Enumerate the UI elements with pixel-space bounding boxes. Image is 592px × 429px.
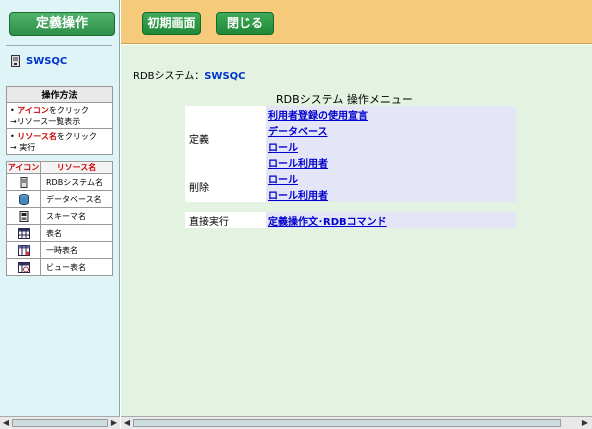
howto-red-text: アイコン xyxy=(17,106,49,115)
category-define: 定義 xyxy=(185,106,266,170)
howto-red-text: リソース名 xyxy=(17,132,57,141)
howto-item-resource: • リソース名をクリック → 実行 xyxy=(7,128,112,154)
link-delete-role-user[interactable]: ロール利用者 xyxy=(268,191,328,202)
category-delete: 削除 xyxy=(185,170,266,202)
database-icon xyxy=(18,193,29,205)
scroll-thumb[interactable] xyxy=(12,419,108,427)
howto-item-icon: • アイコンをクリック →リソース一覧表示 xyxy=(7,103,112,128)
howto-result-text: →リソース一覧表示 xyxy=(10,117,81,126)
bullet: • xyxy=(10,106,15,115)
link-database[interactable]: データベース xyxy=(268,127,328,138)
rdb-system-label: RDBシステム： xyxy=(133,71,205,82)
operation-menu: 定義 利用者登録の使用宣言 データベース ロール ロール利用者 削除 ロール ロ… xyxy=(185,106,516,228)
link-role[interactable]: ロール xyxy=(268,143,298,154)
menu-row: 定義 利用者登録の使用宣言 xyxy=(185,106,516,170)
menu-row: 削除 ロール xyxy=(185,170,516,202)
server-icon xyxy=(20,176,27,188)
legend-row: 一時表名 xyxy=(6,241,113,259)
legend-row: ビュー表名 xyxy=(6,258,113,276)
view-icon xyxy=(17,261,30,273)
schema-icon xyxy=(19,210,28,222)
table-icon xyxy=(17,227,30,239)
legend-name: ビュー表名 xyxy=(40,258,113,276)
legend-row: データベース名 xyxy=(6,190,113,208)
howto-text: をクリック xyxy=(48,106,89,115)
legend-name: RDBシステム名 xyxy=(40,173,113,191)
menu-row: 直接実行 定義操作文･RDBコマンド xyxy=(185,212,516,228)
legend-row: 表名 xyxy=(6,224,113,242)
link-user-registration[interactable]: 利用者登録の使用宣言 xyxy=(268,111,368,122)
menu-title: RDBシステム 操作メニュー xyxy=(276,93,413,106)
divider xyxy=(6,45,112,46)
toolbar: 初期画面 閉じる xyxy=(121,0,592,44)
left-horizontal-scrollbar[interactable]: ◀ ▶ xyxy=(0,416,120,429)
legend-name: 一時表名 xyxy=(40,241,113,259)
main-horizontal-scrollbar[interactable]: ◀ ▶ xyxy=(121,416,592,429)
link-delete-role[interactable]: ロール xyxy=(268,175,298,186)
legend-col-name: リソース名 xyxy=(40,161,113,174)
rdb-system-line: RDBシステム：SWSQC xyxy=(133,67,246,82)
legend-col-icon: アイコン xyxy=(6,161,41,174)
scroll-thumb[interactable] xyxy=(133,419,561,427)
bullet: • xyxy=(10,132,15,141)
main-panel: RDBシステム：SWSQC RDBシステム 操作メニュー 定義 利用者登録の使用… xyxy=(121,45,592,416)
legend-name: 表名 xyxy=(40,224,113,242)
category-direct: 直接実行 xyxy=(185,212,266,228)
howto-box: 操作方法 • アイコンをクリック →リソース一覧表示 • リソース名をクリック … xyxy=(6,86,113,155)
temp-table-icon xyxy=(17,244,30,256)
left-panel: 定義操作 SWSQC 操作方法 • アイコンをクリック →リソース一覧表示 • … xyxy=(0,0,120,429)
legend-header: アイコン リソース名 xyxy=(6,161,113,174)
link-role-user[interactable]: ロール利用者 xyxy=(268,159,328,170)
rdb-system-name[interactable]: SWSQC xyxy=(204,71,245,82)
legend-row: スキーマ名 xyxy=(6,207,113,225)
definition-ops-button[interactable]: 定義操作 xyxy=(9,12,115,36)
link-direct-exec[interactable]: 定義操作文･RDBコマンド xyxy=(268,217,387,228)
howto-text: をクリック xyxy=(56,132,97,141)
legend-name: スキーマ名 xyxy=(40,207,113,225)
howto-heading: 操作方法 xyxy=(7,87,112,103)
legend-name: データベース名 xyxy=(40,190,113,208)
menu-spacer xyxy=(185,202,516,212)
initial-screen-button[interactable]: 初期画面 xyxy=(142,12,201,35)
scroll-left-arrow-icon[interactable]: ◀ xyxy=(122,418,132,428)
icon-legend: アイコン リソース名 RDBシステム名 データベース名 スキーマ名 表名 一時表… xyxy=(6,161,113,276)
close-button[interactable]: 閉じる xyxy=(216,12,274,35)
scroll-right-arrow-icon[interactable]: ▶ xyxy=(109,418,119,428)
server-icon[interactable] xyxy=(11,55,20,67)
legend-row: RDBシステム名 xyxy=(6,173,113,191)
howto-result-text: → 実行 xyxy=(10,143,36,152)
rdb-system-link[interactable]: SWSQC xyxy=(26,56,67,67)
scroll-right-arrow-icon[interactable]: ▶ xyxy=(580,418,590,428)
scroll-left-arrow-icon[interactable]: ◀ xyxy=(1,418,11,428)
